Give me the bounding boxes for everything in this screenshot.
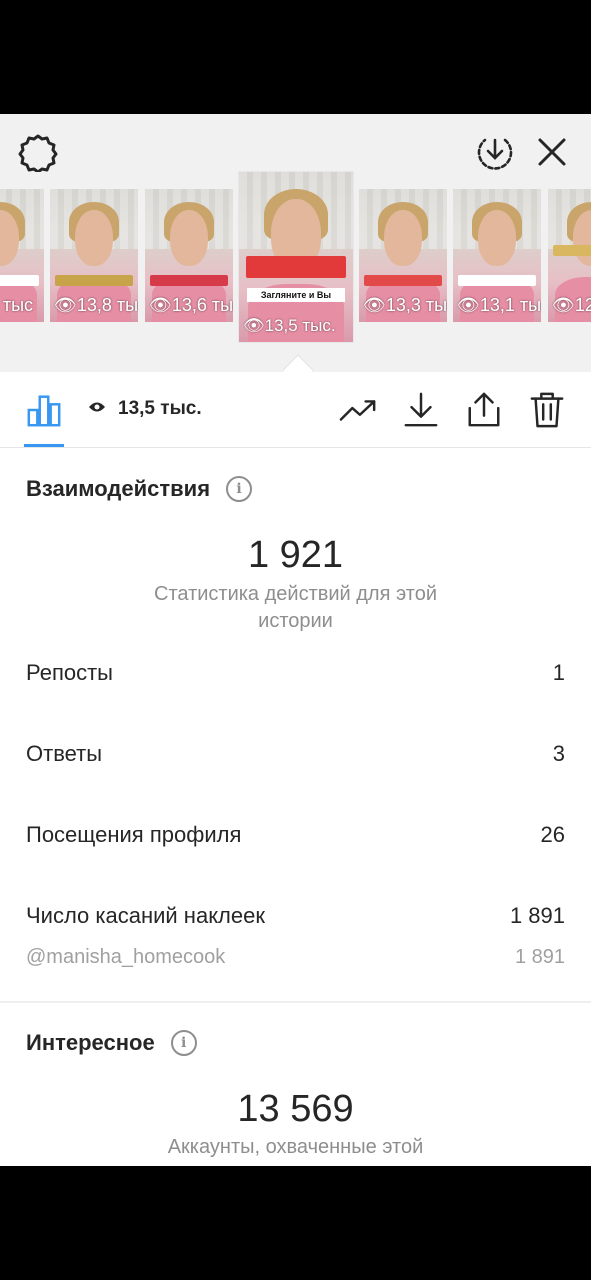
stat-label: Посещения профиля: [26, 822, 242, 847]
stat-row-profile-visits: Посещения профиля 26: [26, 822, 565, 848]
stat-row-sticker-taps: Число касаний наклеек 1 891: [26, 903, 565, 929]
thumbnail-views: 👁,8 тыс: [0, 295, 34, 315]
mention-label: @manisha_homecook: [26, 946, 226, 968]
stat-label: Ответы: [26, 741, 103, 766]
eye-icon: [88, 398, 106, 420]
thumbnail-views: 👁13,6 тыс: [149, 295, 233, 315]
thumbnail-caption: Загляните и Вы: [247, 288, 345, 302]
story-thumbnail[interactable]: 👁13,8 тыс: [50, 189, 138, 322]
info-icon[interactable]: i: [226, 476, 253, 502]
discovery-header: Интересное i: [26, 1030, 197, 1056]
view-count-value: 13,5 тыс.: [118, 398, 202, 419]
stat-value: 1 891: [509, 903, 565, 928]
share-icon[interactable]: [464, 390, 504, 430]
thumbnail-views: 👁13,5 тыс.: [243, 316, 336, 335]
story-thumbnail[interactable]: 👁13,3 тыс: [359, 189, 447, 322]
stat-row-mention-sticker[interactable]: @manisha_homecook 1 891: [26, 946, 565, 969]
stat-value: 26: [540, 822, 565, 847]
download-circle-icon[interactable]: [475, 132, 515, 172]
story-insights-screen: 👁,8 тыс 👁13,8 тыс 👁13,6 тыс Загляните и …: [0, 114, 591, 1166]
interactions-total: 1 921: [247, 534, 344, 576]
thumbnail-views: 👁13,1 тыс: [457, 295, 541, 315]
stat-value: 3: [552, 741, 565, 766]
story-thumbnail-selected[interactable]: Загляните и Вы 👁13,5 тыс.: [239, 172, 353, 342]
discovery-title: Интересное: [26, 1030, 155, 1055]
stat-row-reposts: Репосты 1: [26, 660, 565, 686]
interactions-header: Взаимодействия i: [26, 476, 253, 502]
story-toolbar: 13,5 тыс.: [0, 372, 591, 448]
view-count: 13,5 тыс.: [88, 398, 202, 420]
story-thumbnail[interactable]: 👁,8 тыс: [0, 189, 44, 322]
download-icon[interactable]: [401, 390, 441, 430]
thumbnail-views: 👁13,3 тыс: [363, 295, 447, 315]
section-divider: [0, 1001, 591, 1003]
interactions-title: Взаимодействия: [26, 476, 211, 501]
interactions-subtitle: Статистика действий для этой истории: [154, 583, 437, 632]
stat-value: 1: [552, 660, 565, 685]
story-thumbnail[interactable]: 👁13,6 тыс: [145, 189, 233, 322]
story-tray: 👁,8 тыс 👁13,8 тыс 👁13,6 тыс Загляните и …: [0, 114, 591, 372]
close-icon[interactable]: [532, 132, 572, 172]
discovery-subtitle: Аккаунты, охваченные этой: [167, 1136, 424, 1158]
thumbnail-views: 👁13,8 тыс: [54, 295, 138, 315]
trash-icon[interactable]: [527, 390, 567, 430]
active-tab-indicator: [24, 444, 64, 447]
bar-chart-icon[interactable]: [24, 390, 64, 430]
story-thumbnail[interactable]: 👁13,1 тыс: [453, 189, 541, 322]
mention-value: 1 891: [514, 946, 565, 968]
stat-label: Число касаний наклеек: [26, 903, 265, 928]
stat-label: Репосты: [26, 660, 113, 685]
thumbnail-strip: 👁,8 тыс 👁13,8 тыс 👁13,6 тыс Загляните и …: [0, 172, 591, 342]
trending-icon[interactable]: [338, 390, 378, 430]
stat-row-replies: Ответы 3: [26, 741, 565, 767]
info-icon[interactable]: i: [170, 1030, 197, 1056]
thumbnail-views: 👁12: [552, 295, 591, 315]
story-thumbnail[interactable]: 👁12: [548, 189, 591, 322]
discovery-total: 13 569: [237, 1088, 354, 1130]
gear-icon[interactable]: [18, 132, 58, 172]
